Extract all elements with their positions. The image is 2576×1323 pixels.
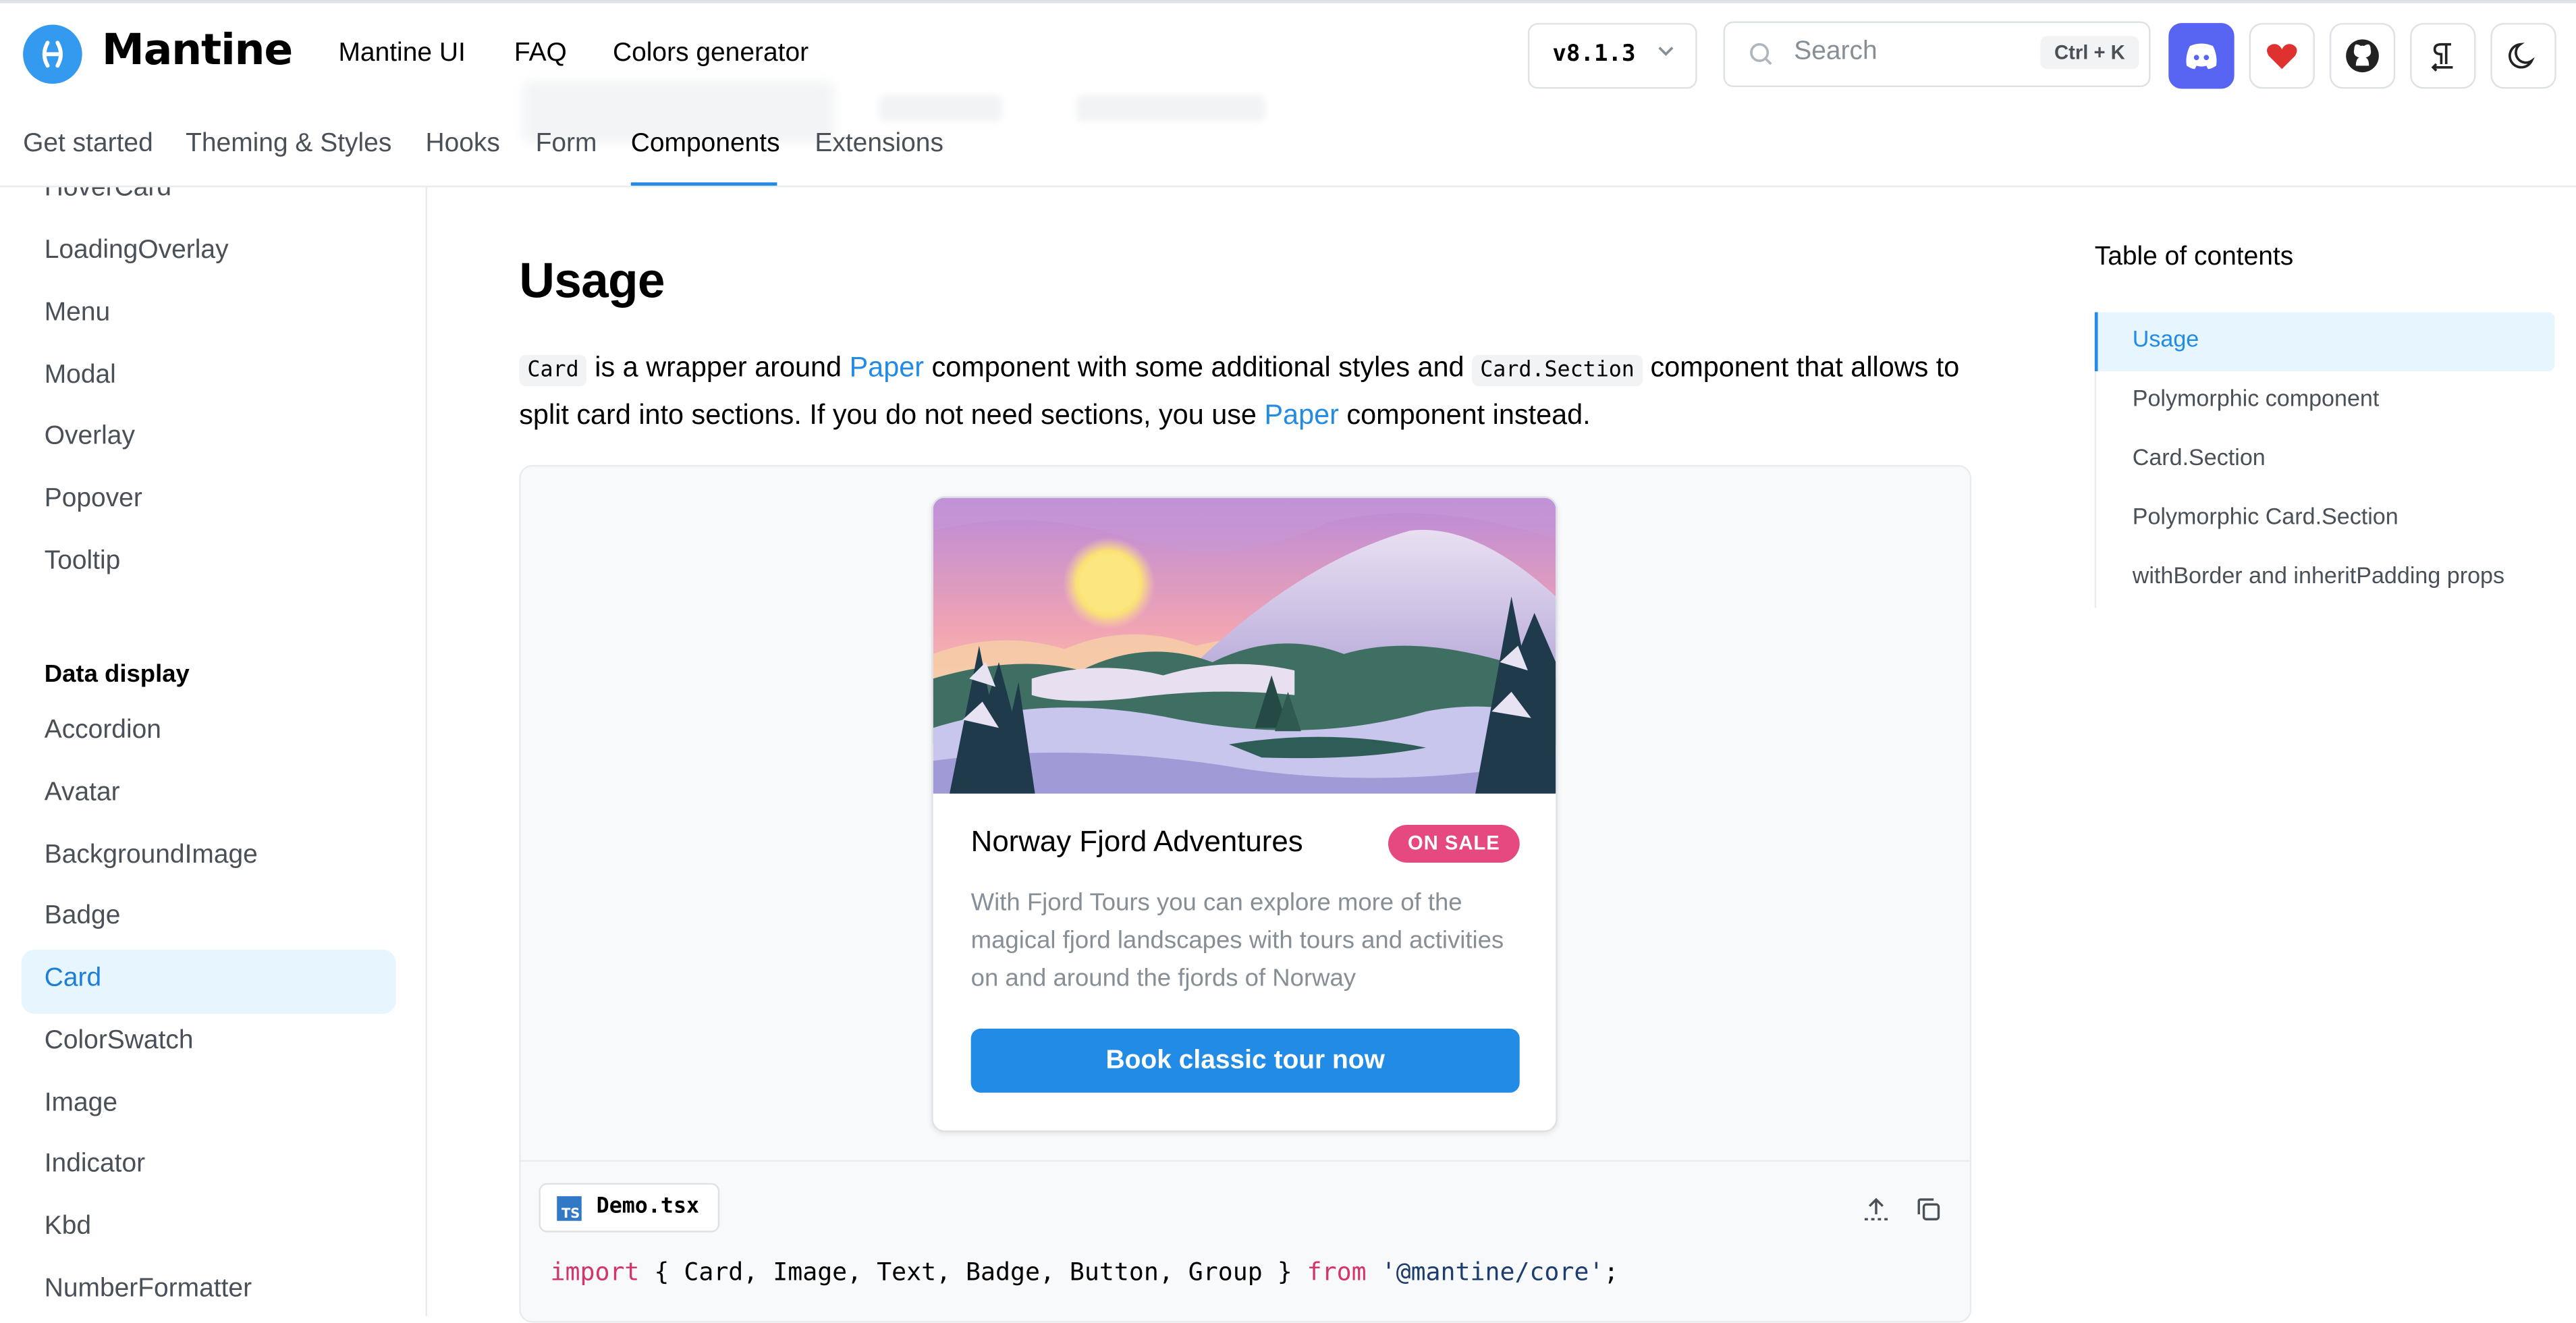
inline-code-card: Card (519, 354, 587, 387)
para-text: component with some additional styles an… (924, 351, 1473, 383)
para-text: is a wrapper around (586, 351, 850, 383)
sidebar-item-tooltip[interactable]: Tooltip (45, 547, 121, 577)
sidebar-item-popover[interactable]: Popover (45, 485, 142, 514)
sidebar-item-menu[interactable]: Menu (45, 299, 110, 329)
sidebar-item-indicator[interactable]: Indicator (45, 1150, 145, 1180)
sidebar-item-kbd[interactable]: Kbd (45, 1213, 91, 1243)
blurred-overlay (879, 95, 1002, 122)
typescript-icon: TS (557, 1196, 582, 1221)
tab-get-started[interactable]: Get started (23, 130, 153, 159)
toc-item-card-section[interactable]: Card.Section (2133, 443, 2266, 470)
heart-sponsor-icon[interactable] (2249, 23, 2315, 89)
search-button[interactable]: Search Ctrl + K (1723, 21, 2151, 88)
sidebar-item-avatar[interactable]: Avatar (45, 779, 120, 809)
sidebar-item-hovercard[interactable]: HoverCard (45, 188, 171, 204)
para-text: component instead. (1338, 399, 1591, 431)
chevron-down-icon (1654, 39, 1677, 69)
link-mantine-ui[interactable]: Mantine UI (338, 39, 465, 69)
intro-paragraph: Card is a wrapper around Paper component… (519, 345, 1965, 437)
inline-code-card-section: Card.Section (1472, 354, 1643, 387)
file-icon-label: TS (561, 1206, 580, 1221)
card-title: Norway Fjord Adventures (970, 825, 1303, 858)
code-keyword: import (550, 1257, 640, 1287)
toc-item-usage[interactable]: Usage (2133, 325, 2199, 352)
link-faq[interactable]: FAQ (514, 39, 567, 69)
code-import-line: import { Card, Image, Text, Badge, Butto… (550, 1257, 1618, 1287)
code-string: '@mantine/core' (1366, 1257, 1604, 1287)
code-text: { Card, Image, Text, Badge, Button, Grou… (639, 1257, 1307, 1287)
search-placeholder: Search (1794, 37, 1878, 66)
search-icon (1748, 41, 1774, 76)
upload-icon[interactable] (1861, 1195, 1891, 1233)
link-colors-generator[interactable]: Colors generator (613, 39, 809, 69)
tab-extensions[interactable]: Extensions (815, 130, 943, 159)
toc-item-withborder[interactable]: withBorder and inheritPadding props (2133, 562, 2504, 589)
mantine-logo-icon[interactable] (23, 24, 82, 84)
tab-theming-styles[interactable]: Theming & Styles (186, 130, 391, 159)
copy-icon[interactable] (1914, 1195, 1944, 1233)
active-tab-indicator (630, 182, 777, 186)
link-paper[interactable]: Paper (1264, 400, 1338, 431)
sidebar-item-badge[interactable]: Badge (45, 902, 121, 932)
code-text: ; (1604, 1257, 1619, 1287)
sidebar-section-heading: Data display (44, 660, 190, 688)
tab-form[interactable]: Form (536, 130, 597, 159)
text-direction-icon[interactable] (2410, 23, 2476, 89)
sidebar-item-overlay[interactable]: Overlay (45, 423, 135, 452)
version-label: v8.1.3 (1552, 40, 1636, 68)
logo-text[interactable]: Mantine (102, 26, 293, 76)
link-paper[interactable]: Paper (850, 352, 924, 383)
search-shortcut: Ctrl + K (2040, 36, 2139, 70)
version-select[interactable]: v8.1.3 (1527, 23, 1697, 89)
code-file-name: Demo.tsx (596, 1194, 700, 1220)
sidebar-item-accordion[interactable]: Accordion (45, 716, 161, 746)
status-badge: ON SALE (1388, 825, 1520, 863)
blurred-overlay (1076, 95, 1265, 122)
tab-hooks[interactable]: Hooks (425, 130, 499, 159)
sidebar-item-modal[interactable]: Modal (45, 362, 116, 392)
card-description: With Fjord Tours you can explore more of… (970, 888, 1504, 993)
sidebar-item-colorswatch[interactable]: ColorSwatch (45, 1027, 194, 1056)
sidebar-item-numberformatter[interactable]: NumberFormatter (45, 1275, 252, 1305)
book-tour-button[interactable]: Book classic tour now (970, 1028, 1520, 1093)
tab-components[interactable]: Components (631, 130, 780, 159)
sidebar-item-backgroundimage[interactable]: BackgroundImage (45, 841, 258, 871)
code-keyword: from (1307, 1257, 1367, 1287)
sidebar: HoverCard LoadingOverlay Menu Modal Over… (0, 187, 427, 1316)
moon-icon[interactable] (2490, 23, 2556, 89)
toc-title: Table of contents (2094, 243, 2294, 271)
sidebar-item-loadingoverlay[interactable]: LoadingOverlay (45, 237, 229, 267)
demo-card: Norway Fjord Adventures ON SALE With Fjo… (931, 496, 1558, 1133)
page-heading: Usage (519, 254, 665, 309)
fjord-landscape-image (933, 497, 1556, 794)
divider (519, 1160, 1970, 1162)
discord-icon[interactable] (2168, 23, 2235, 89)
sidebar-item-image[interactable]: Image (45, 1089, 117, 1119)
code-file-tab[interactable]: TS Demo.tsx (539, 1183, 720, 1233)
toc-item-polymorphic-card-section[interactable]: Polymorphic Card.Section (2133, 503, 2399, 529)
toc-item-polymorphic-component[interactable]: Polymorphic component (2133, 385, 2380, 411)
site-header: Mantine Mantine UI FAQ Colors generator … (0, 3, 2576, 188)
sidebar-item-card[interactable]: Card (45, 965, 101, 994)
github-icon[interactable] (2329, 23, 2396, 89)
